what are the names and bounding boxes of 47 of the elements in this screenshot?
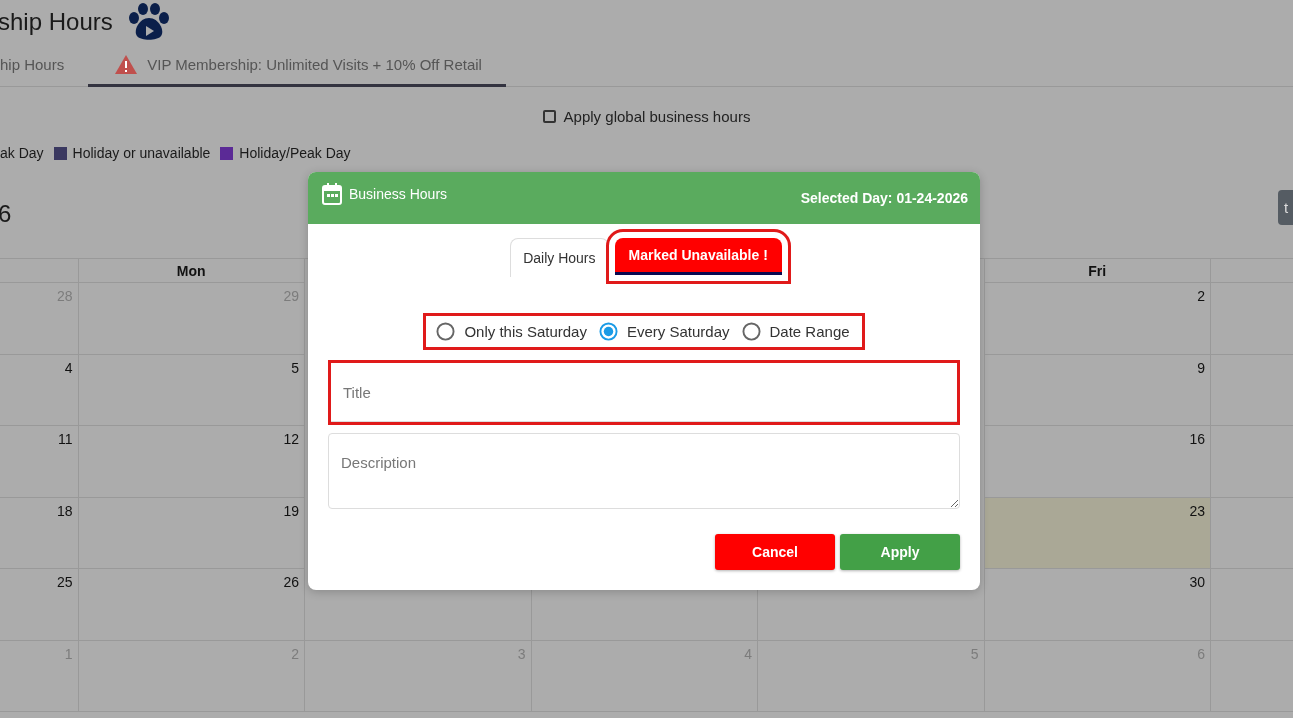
day-number: 2 [1197,288,1205,304]
day-number: 30 [1189,574,1205,590]
description-field[interactable]: Description [328,433,960,509]
day-cell[interactable]: 11 [0,426,79,498]
day-cell[interactable]: 12 [78,426,305,498]
day-number: 19 [283,502,299,519]
day-cell[interactable]: 2 [984,283,1211,355]
checkbox-label: Apply global business hours [563,107,751,125]
title-field[interactable]: Title [328,360,960,425]
day-number: 9 [1197,359,1205,376]
day-cell[interactable]: 18 [0,497,79,569]
day-cell[interactable]: 30 [984,569,1211,641]
day-cell[interactable]: 5 [78,354,305,426]
legend-label: ak Day [0,145,44,161]
weekday-header: Mon [78,259,305,283]
day-number: 18 [56,502,73,519]
paw-icon [126,3,171,41]
radio-option[interactable]: Date Range [741,322,850,341]
day-cell[interactable]: 19 [78,497,305,569]
warning-icon [115,54,138,74]
tab[interactable]: Daily Hours [510,238,609,277]
day-cell[interactable]: 16 [984,426,1211,498]
checkbox[interactable] [542,109,556,123]
legend-label: Holiday/Peak Day [239,145,351,161]
day-cell[interactable]: 9 [984,354,1211,426]
weekday-header: Fri [984,259,1211,283]
day-cell[interactable]: 23 [984,497,1211,569]
day-number: 12 [283,431,299,447]
day-cell[interactable]: 4 [0,354,79,426]
today-button[interactable]: t [1278,190,1293,225]
radio-option[interactable]: Every Saturday [598,322,730,341]
day-number: 5 [291,359,299,376]
dialog-title: Business Hours [349,186,448,202]
day-number: 4 [64,359,73,376]
legend-label: Holiday or unavailable [72,145,211,161]
selected-day: Selected Day: 01-24-2026 [800,190,968,206]
radio-option[interactable]: Only this Saturday [436,322,587,341]
calendar-icon [322,183,342,205]
day-number: 26 [283,574,299,590]
day-cell[interactable]: 26 [78,569,305,641]
day-number: 23 [1189,502,1205,519]
day-number: 25 [56,574,73,590]
day-number: 16 [1189,431,1205,447]
day-cell[interactable]: 25 [0,569,79,641]
cancel-button[interactable]: Cancel [715,534,835,570]
calendar-title: 6 [0,199,12,228]
day-number: 11 [57,431,73,447]
